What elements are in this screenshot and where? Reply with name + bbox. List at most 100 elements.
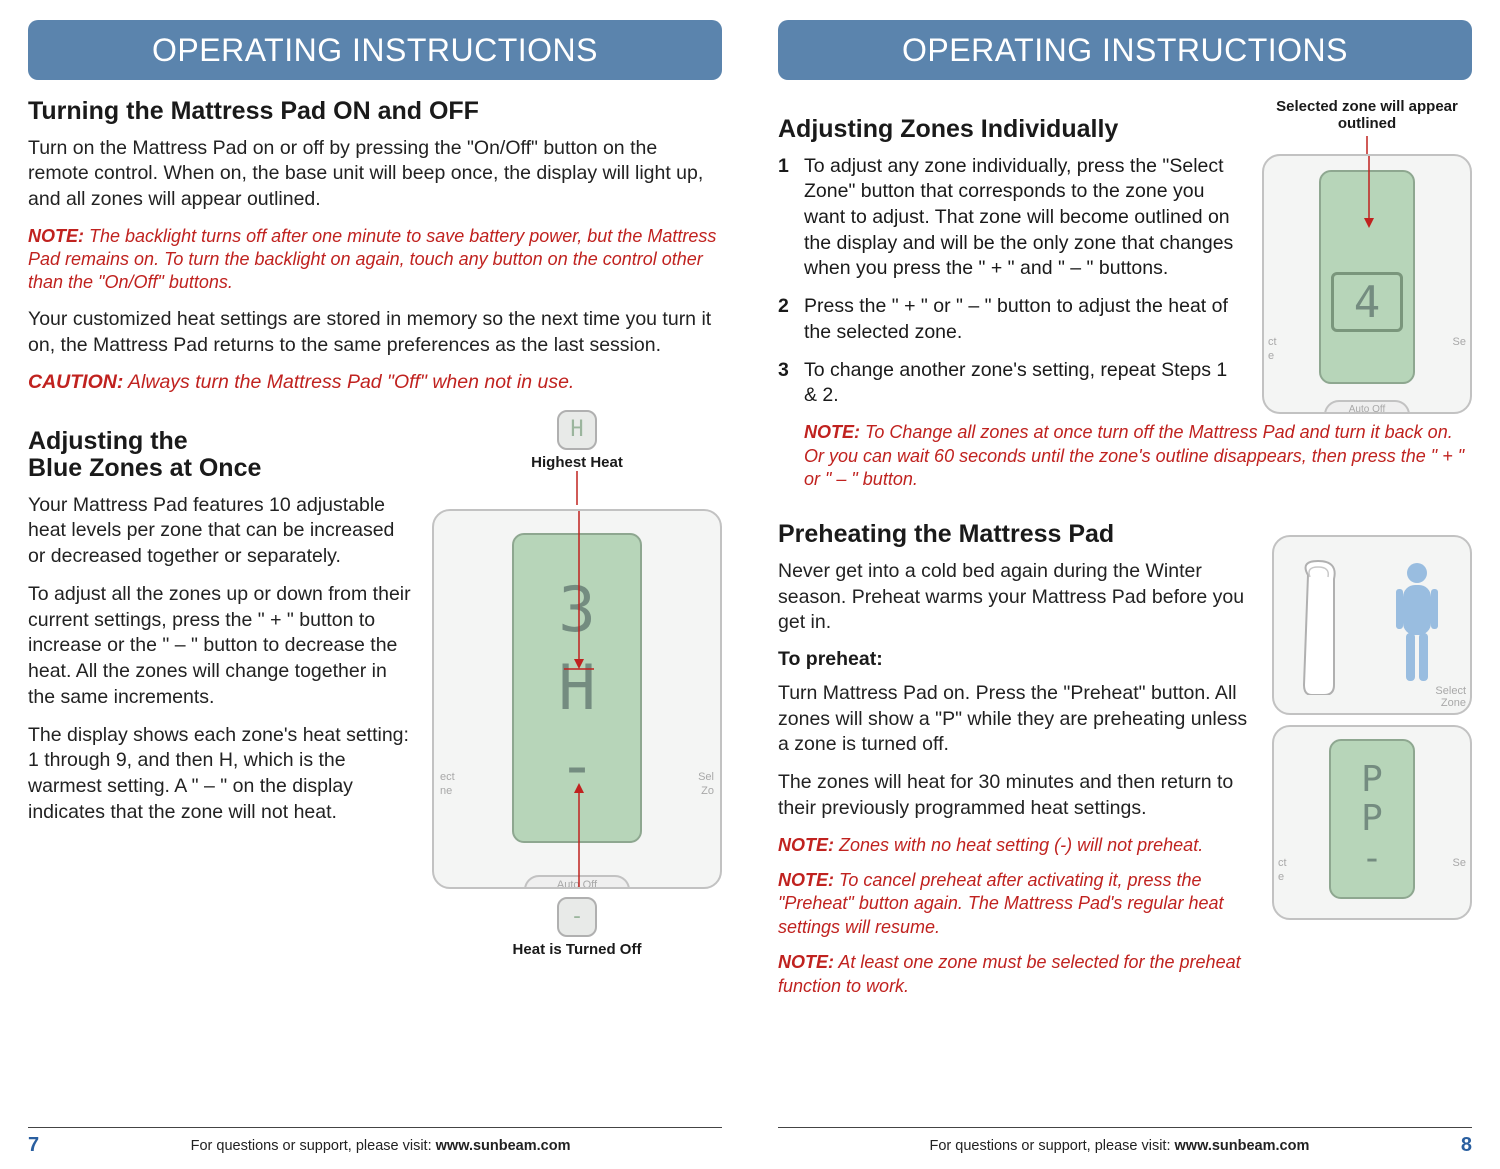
blanket-curl-icon [1298,555,1368,695]
row-preheat: Preheating the Mattress Pad Never get in… [778,503,1472,1010]
support-text: For questions or support, please visit: … [930,1138,1310,1154]
lcd-digit: - [1361,839,1383,879]
lcd-display: 3 H - [512,533,642,843]
body-text: Turn on the Mattress Pad on or off by pr… [28,136,722,213]
support-text: For questions or support, please visit: … [191,1138,571,1154]
remote-figure: ct e Se P P - [1272,725,1472,920]
row-adjust-individual: Adjusting Zones Individually 1To adjust … [778,98,1472,421]
footer-left: 7 For questions or support, please visit… [28,1127,722,1157]
note-text: To Change all zones at once turn off the… [804,422,1464,489]
page-left: OPERATING INSTRUCTIONS Turning the Mattr… [0,0,750,1169]
body-text: Your customized heat settings are stored… [28,307,722,358]
caution-label: CAUTION: [28,371,123,393]
note-text: The backlight turns off after one minute… [28,226,716,293]
body-text: The display shows each zone's heat setti… [28,723,414,826]
label-select: Select [1435,685,1466,697]
label-se: Se [1453,857,1466,869]
steps-list: 1To adjust any zone individually, press … [778,154,1244,410]
caution-off: CAUTION: Always turn the Mattress Pad "O… [28,370,722,395]
note-label: NOTE: [804,422,860,442]
col-text: Adjusting Zones Individually 1To adjust … [778,98,1244,421]
lcd-digit: P [1361,799,1383,839]
lcd-digit: 3 [558,579,595,641]
support-pre: For questions or support, please visit: [191,1138,436,1154]
step-text: To change another zone's setting, repeat… [804,358,1244,409]
note-cancel: NOTE: To cancel preheat after activating… [778,869,1254,939]
caution-text: Always turn the Mattress Pad "Off" when … [128,371,574,393]
figure-allzones: H Highest Heat ect ne Sel Zo Auto Off 3 … [432,410,722,958]
section-title-preheat: Preheating the Mattress Pad [778,521,1254,549]
label-sel: Sel [698,771,714,783]
label-e: e [1278,871,1284,883]
section-title-individual: Adjusting Zones Individually [778,116,1244,144]
col-text: Preheating the Mattress Pad Never get in… [778,503,1254,1010]
body-text: Turn Mattress Pad on. Press the "Preheat… [778,681,1254,758]
figure-selected-zone: Selected zone will appear outlined ct e … [1262,98,1472,421]
auto-off-button: Auto Off [524,875,630,889]
arrow-down-icon [1357,136,1377,154]
step-item: 2Press the " + " or " – " button to adju… [778,294,1244,345]
figure-preheat-col: Select Zone ct e Se P P - [1272,503,1472,1010]
support-url: www.sunbeam.com [1175,1138,1310,1154]
label-se: Se [1453,336,1466,348]
note-label: NOTE: [778,835,834,855]
note-nosetting: NOTE: Zones with no heat setting (-) wil… [778,834,1254,857]
lcd-digit: P [1361,760,1383,800]
page-number: 8 [1461,1134,1472,1157]
step-item: 1To adjust any zone individually, press … [778,154,1244,283]
body-text: The zones will heat for 30 minutes and t… [778,770,1254,821]
label-e: e [1268,350,1274,362]
note-label: NOTE: [28,226,84,246]
minus-pill-icon: - [557,897,597,937]
note-change-all: NOTE: To Change all zones at once turn o… [804,421,1472,491]
lcd-digit: - [558,735,595,797]
step-item: 3To change another zone's setting, repea… [778,358,1244,409]
lcd-display: 4 [1319,170,1415,384]
remote-figure: ect ne Sel Zo Auto Off 3 H - [432,509,722,889]
body-text: Your Mattress Pad features 10 adjustable… [28,493,414,570]
note-label: NOTE: [778,870,834,890]
label-zo: Zo [701,785,714,797]
label-ect: ect [440,771,455,783]
auto-off-button: Auto Off [1324,400,1410,414]
label-ct: ct [1268,336,1277,348]
support-url: www.sunbeam.com [436,1138,571,1154]
section-title-bluezones: Adjusting the Blue Zones at Once [28,428,414,483]
arrow-down-icon [567,471,587,505]
step-text: To adjust any zone individually, press t… [804,154,1244,283]
figure-preheat-lcd: ct e Se P P - [1272,725,1472,920]
page-number: 7 [28,1134,39,1157]
section-title-onoff: Turning the Mattress Pad ON and OFF [28,98,722,126]
page-right: OPERATING INSTRUCTIONS Adjusting Zones I… [750,0,1500,1169]
footer-right: For questions or support, please visit: … [778,1127,1472,1157]
body-text: To adjust all the zones up or down from … [28,582,414,711]
note-text: To cancel preheat after activating it, p… [778,870,1223,937]
step-text: Press the " + " or " – " button to adjus… [804,294,1244,345]
label-zone: Zone [1441,697,1466,709]
support-pre: For questions or support, please visit: [930,1138,1175,1154]
remote-figure: ct e Se Auto Off 4 [1262,154,1472,414]
row-bluezones: Adjusting the Blue Zones at Once Your Ma… [28,410,722,958]
subhead-topreheat: To preheat: [778,648,1254,671]
caption-selected: Selected zone will appear outlined [1262,98,1472,132]
header-banner: OPERATING INSTRUCTIONS [778,20,1472,80]
lcd-digit: H [558,657,595,719]
note-text: Zones with no heat setting (-) will not … [839,835,1203,855]
note-text: At least one zone must be selected for t… [778,952,1241,995]
h-pill-icon: H [557,410,597,450]
person-icon [1387,555,1447,695]
lcd-display: P P - [1329,739,1415,899]
note-backlight: NOTE: The backlight turns off after one … [28,225,722,295]
body-text: Never get into a cold bed again during t… [778,559,1254,636]
col-text: Adjusting the Blue Zones at Once Your Ma… [28,410,414,958]
label-ct: ct [1278,857,1287,869]
preheat-icon-box: Select Zone [1272,535,1472,715]
note-label: NOTE: [778,952,834,972]
header-title: OPERATING INSTRUCTIONS [902,32,1348,69]
caption-off: Heat is Turned Off [432,941,722,958]
header-title: OPERATING INSTRUCTIONS [152,32,598,69]
figure-preheat-icon: Select Zone [1272,535,1472,715]
header-banner: OPERATING INSTRUCTIONS [28,20,722,80]
label-ne: ne [440,785,452,797]
note-atleastone: NOTE: At least one zone must be selected… [778,951,1254,998]
